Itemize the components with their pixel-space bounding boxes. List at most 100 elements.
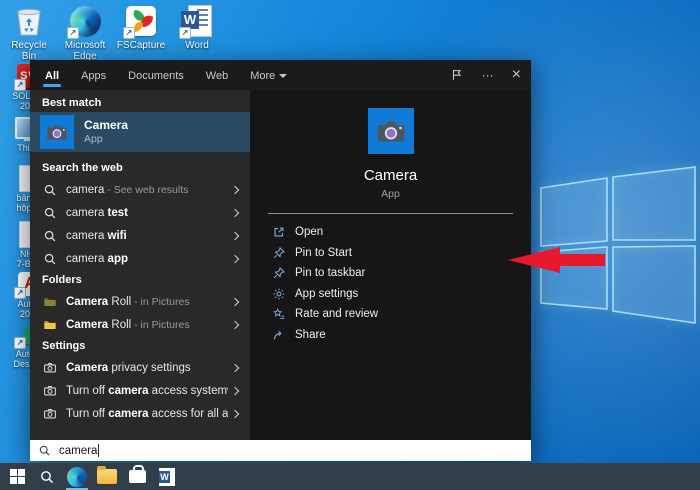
- search-icon: [42, 228, 57, 243]
- edge-icon: [67, 467, 87, 487]
- word-icon: W: [159, 468, 175, 486]
- tab-apps[interactable]: Apps: [81, 62, 106, 89]
- taskbar-word-button[interactable]: W: [152, 463, 182, 490]
- camera-icon: [42, 406, 57, 421]
- search-icon: [42, 182, 57, 197]
- search-icon: [39, 469, 55, 485]
- desktop-icon-solidworks[interactable]: SW↗ SOLIDW2020: [2, 62, 30, 112]
- camera-app-icon: [40, 115, 74, 149]
- search-input[interactable]: camera: [30, 440, 531, 461]
- section-header-folders: Folders: [30, 270, 250, 290]
- result-camera-privacy-settings[interactable]: Camera privacy settings: [30, 356, 250, 379]
- desktop-icons-row: Recycle Bin ↗ Microsoft Edge ↗ FSCapture…: [4, 4, 222, 62]
- desktop-icon-ban-ve[interactable]: bản vẽhộp số: [2, 164, 30, 214]
- action-open[interactable]: Open: [250, 222, 531, 243]
- chevron-right-icon[interactable]: [228, 318, 242, 332]
- chevron-right-icon[interactable]: [228, 384, 242, 398]
- result-turn-off-camera-all-apps[interactable]: Turn off camera access for all apps: [30, 402, 250, 425]
- chevron-right-icon[interactable]: [228, 407, 242, 421]
- chevron-right-icon[interactable]: [228, 183, 242, 197]
- desktop-icon-nhom[interactable]: NHÓ7-BẢN: [2, 220, 30, 270]
- desktop-icon-word[interactable]: W↗ Word: [172, 4, 222, 62]
- pin-icon: [272, 246, 286, 260]
- pin-icon: [272, 266, 286, 280]
- search-icon: [38, 444, 51, 457]
- chevron-down-icon: [279, 74, 287, 78]
- search-icon: [42, 251, 57, 266]
- windows-wallpaper-logo: [538, 160, 700, 330]
- result-camera-app[interactable]: camera app: [30, 247, 250, 270]
- taskbar: W: [0, 463, 700, 490]
- best-match-subtitle: App: [84, 133, 128, 146]
- preview-subtitle: App: [381, 188, 400, 200]
- desktop: Recycle Bin ↗ Microsoft Edge ↗ FSCapture…: [0, 0, 700, 490]
- taskbar-search-button[interactable]: [32, 463, 62, 490]
- tab-documents[interactable]: Documents: [128, 62, 184, 89]
- action-pin-to-start[interactable]: Pin to Start: [250, 243, 531, 264]
- search-window: All Apps Documents Web More ··· × Best m…: [30, 60, 531, 461]
- best-match-title: Camera: [84, 118, 128, 133]
- chevron-right-icon[interactable]: [228, 252, 242, 266]
- result-camera-test[interactable]: camera test: [30, 201, 250, 224]
- text-caret: [98, 444, 99, 457]
- shortcut-arrow-icon: ↗: [179, 27, 191, 39]
- chevron-right-icon[interactable]: [228, 295, 242, 309]
- camera-icon: [42, 360, 57, 375]
- tab-web[interactable]: Web: [206, 62, 228, 89]
- start-button[interactable]: [2, 463, 32, 490]
- document-icon: [19, 165, 30, 192]
- action-share[interactable]: Share: [250, 325, 531, 346]
- result-camera-roll-1[interactable]: Camera Roll - in Pictures: [30, 290, 250, 313]
- taskbar-store-button[interactable]: [122, 463, 152, 490]
- taskbar-edge-button[interactable]: [62, 463, 92, 490]
- desktop-icon-label: FSCapture: [117, 40, 165, 51]
- desktop-icon-autodesk[interactable]: ↗ AutodeDesktop: [2, 320, 30, 370]
- search-window-header: All Apps Documents Web More ··· ×: [30, 60, 531, 90]
- chevron-right-icon[interactable]: [228, 229, 242, 243]
- recycle-bin-icon: [14, 5, 44, 37]
- result-camera-web[interactable]: camera - See web results: [30, 178, 250, 201]
- desktop-icon-autocad[interactable]: A↗ AutoC2020: [2, 270, 30, 320]
- best-match-result-camera[interactable]: Camera App: [30, 112, 250, 152]
- tab-all[interactable]: All: [45, 62, 59, 89]
- desktop-icon-microsoft-edge[interactable]: ↗ Microsoft Edge: [60, 4, 110, 62]
- document-icon: [19, 221, 30, 248]
- file-explorer-icon: [97, 469, 117, 484]
- chevron-right-icon[interactable]: [228, 206, 242, 220]
- desktop-icon-fscapture[interactable]: ↗ FSCapture: [116, 4, 166, 62]
- result-camera-roll-2[interactable]: Camera Roll - in Pictures: [30, 313, 250, 336]
- shortcut-arrow-icon: ↗: [123, 27, 135, 39]
- close-button[interactable]: ×: [512, 67, 521, 83]
- rate-icon: [272, 307, 286, 321]
- shortcut-arrow-icon: ↗: [14, 79, 26, 91]
- open-icon: [272, 225, 286, 239]
- action-pin-to-taskbar[interactable]: Pin to taskbar: [250, 263, 531, 284]
- feedback-button[interactable]: [450, 68, 464, 82]
- desktop-icon-recycle-bin[interactable]: Recycle Bin: [4, 4, 54, 62]
- this-pc-icon: [15, 117, 30, 139]
- section-header-settings: Settings: [30, 336, 250, 356]
- gear-icon: [272, 287, 286, 301]
- action-rate-and-review[interactable]: Rate and review: [250, 304, 531, 325]
- tab-more[interactable]: More: [250, 62, 287, 89]
- chevron-right-icon[interactable]: [228, 361, 242, 375]
- desktop-icon-this-pc[interactable]: This P: [2, 114, 30, 153]
- section-header-search-the-web: Search the web: [30, 158, 250, 178]
- action-app-settings[interactable]: App settings: [250, 284, 531, 305]
- result-camera-wifi[interactable]: camera wifi: [30, 224, 250, 247]
- camera-icon: [42, 383, 57, 398]
- preview-panel: Camera App Open Pin to Start Pin to task…: [250, 90, 531, 440]
- results-column: Best match Camera App Search the web cam…: [30, 90, 250, 440]
- folder-icon: [42, 294, 57, 309]
- taskbar-file-explorer-button[interactable]: [92, 463, 122, 490]
- search-icon: [42, 205, 57, 220]
- shortcut-arrow-icon: ↗: [67, 27, 79, 39]
- preview-title: Camera: [364, 167, 417, 184]
- folder-icon: [42, 317, 57, 332]
- result-turn-off-camera-systemwide[interactable]: Turn off camera access systemwide: [30, 379, 250, 402]
- divider: [268, 213, 513, 214]
- shortcut-arrow-icon: ↗: [14, 337, 26, 349]
- windows-start-icon: [10, 469, 25, 484]
- more-options-button[interactable]: ···: [482, 69, 494, 81]
- search-query-text: camera: [59, 445, 97, 457]
